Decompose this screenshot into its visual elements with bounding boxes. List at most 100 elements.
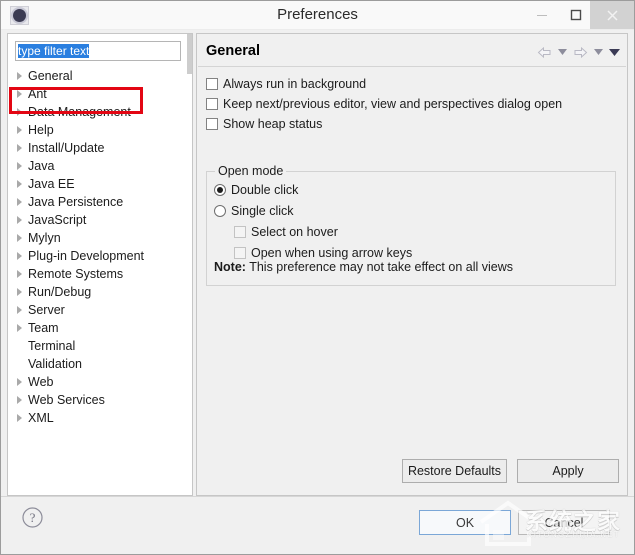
tree-item-team[interactable]: Team xyxy=(8,319,192,337)
cancel-button[interactable]: Cancel xyxy=(518,510,610,535)
page-nav-toolbar xyxy=(535,44,621,60)
expand-arrow-icon[interactable] xyxy=(17,72,22,80)
maximize-icon[interactable] xyxy=(558,1,594,29)
tree-item-label: Java Persistence xyxy=(28,195,124,209)
checkbox-box-icon[interactable] xyxy=(206,118,218,130)
view-menu-chevron-down-icon[interactable] xyxy=(607,44,621,60)
expand-arrow-icon[interactable] xyxy=(17,270,22,278)
radio-single-click[interactable]: Single click xyxy=(214,202,294,220)
tree-item-label: Terminal xyxy=(28,339,76,353)
tree-item-plug-in-development[interactable]: Plug-in Development xyxy=(8,247,192,265)
tree-item-help[interactable]: Help xyxy=(8,121,192,139)
expand-arrow-icon[interactable] xyxy=(17,252,22,260)
checkbox-select-on-hover: Select on hover xyxy=(234,223,338,241)
expand-arrow-icon[interactable] xyxy=(17,198,22,206)
filter-input[interactable]: type filter text xyxy=(15,41,181,61)
radio-label: Single click xyxy=(231,204,294,218)
close-icon[interactable] xyxy=(590,1,634,29)
tree-item-run-debug[interactable]: Run/Debug xyxy=(8,283,192,301)
forward-arrow-icon[interactable] xyxy=(571,44,589,60)
general-preference-page: General Always run in background Keep ne… xyxy=(196,33,628,496)
expand-arrow-icon[interactable] xyxy=(17,108,22,116)
checkbox-show-heap-status[interactable]: Show heap status xyxy=(206,115,322,133)
tree-item-label: Help xyxy=(28,123,54,137)
title-bar: Preferences xyxy=(1,1,634,30)
tree-item-label: Java xyxy=(28,159,55,173)
tree-item-label: JavaScript xyxy=(28,213,87,227)
tree-item-label: Java EE xyxy=(28,177,75,191)
chevron-down-icon[interactable] xyxy=(591,44,605,60)
tree-item-server[interactable]: Server xyxy=(8,301,192,319)
expand-arrow-icon[interactable] xyxy=(17,162,22,170)
tree-item-mylyn[interactable]: Mylyn xyxy=(8,229,192,247)
expand-arrow-icon[interactable] xyxy=(17,180,22,188)
expand-arrow-icon[interactable] xyxy=(17,414,22,422)
preference-tree[interactable]: General Ant Data Management Help Install… xyxy=(8,67,192,494)
radio-button-icon[interactable] xyxy=(214,184,226,196)
tree-item-label: General xyxy=(28,69,73,83)
checkbox-box-icon[interactable] xyxy=(206,78,218,90)
tree-item-label: Run/Debug xyxy=(28,285,92,299)
checkbox-label: Keep next/previous editor, view and pers… xyxy=(223,97,563,111)
checkbox-label: Always run in background xyxy=(223,77,367,91)
filter-input-value: type filter text xyxy=(18,44,90,58)
expand-arrow-icon[interactable] xyxy=(17,378,22,386)
apply-button[interactable]: Apply xyxy=(517,459,619,483)
tree-item-remote-systems[interactable]: Remote Systems xyxy=(8,265,192,283)
tree-item-data-management[interactable]: Data Management xyxy=(8,103,192,121)
tree-item-ant[interactable]: Ant xyxy=(8,85,192,103)
tree-item-java-ee[interactable]: Java EE xyxy=(8,175,192,193)
restore-defaults-button[interactable]: Restore Defaults xyxy=(402,459,507,483)
tree-scrollbar[interactable] xyxy=(187,34,192,495)
tree-item-terminal[interactable]: Terminal xyxy=(8,337,192,355)
tree-item-general[interactable]: General xyxy=(8,67,192,85)
tree-item-web-services[interactable]: Web Services xyxy=(8,391,192,409)
expand-arrow-icon[interactable] xyxy=(17,306,22,314)
expand-arrow-icon[interactable] xyxy=(17,126,22,134)
expand-arrow-icon[interactable] xyxy=(17,324,22,332)
tree-item-label: Web xyxy=(28,375,54,389)
tree-item-install-update[interactable]: Install/Update xyxy=(8,139,192,157)
checkbox-always-run-in-background[interactable]: Always run in background xyxy=(206,75,366,93)
tree-item-label: Web Services xyxy=(28,393,105,407)
note-text: This preference may not take effect on a… xyxy=(249,260,513,274)
svg-text:?: ? xyxy=(30,510,36,525)
tree-item-java-persistence[interactable]: Java Persistence xyxy=(8,193,192,211)
checkbox-keep-editor-dialog-open[interactable]: Keep next/previous editor, view and pers… xyxy=(206,95,562,113)
expand-arrow-icon[interactable] xyxy=(17,90,22,98)
tree-item-label: XML xyxy=(28,411,54,425)
tree-item-xml[interactable]: XML xyxy=(8,409,192,427)
help-icon[interactable]: ? xyxy=(21,506,44,529)
minimize-icon[interactable] xyxy=(524,1,560,29)
radio-button-icon[interactable] xyxy=(214,205,226,217)
checkbox-box-icon xyxy=(234,247,246,259)
tree-item-validation[interactable]: Validation xyxy=(8,355,192,373)
tree-item-label: Team xyxy=(28,321,59,335)
tree-item-javascript[interactable]: JavaScript xyxy=(8,211,192,229)
tree-item-label: Install/Update xyxy=(28,141,105,155)
chevron-down-icon[interactable] xyxy=(555,44,569,60)
ok-button[interactable]: OK xyxy=(419,510,511,535)
dialog-body: type filter text General Ant Data Manage… xyxy=(1,30,634,496)
expand-arrow-icon[interactable] xyxy=(17,396,22,404)
expand-arrow-icon[interactable] xyxy=(17,216,22,224)
tree-item-label: Mylyn xyxy=(28,231,61,245)
tree-item-web[interactable]: Web xyxy=(8,373,192,391)
tree-item-label: Ant xyxy=(28,87,47,101)
radio-label: Double click xyxy=(231,183,299,197)
expand-arrow-icon[interactable] xyxy=(17,288,22,296)
tree-item-java[interactable]: Java xyxy=(8,157,192,175)
checkbox-box-icon[interactable] xyxy=(206,98,218,110)
page-title: General xyxy=(206,43,260,59)
tree-scrollbar-thumb[interactable] xyxy=(187,34,192,74)
expand-arrow-icon[interactable] xyxy=(17,234,22,242)
note-prefix: Note: xyxy=(214,260,246,274)
dialog-footer: ? OK Cancel xyxy=(1,496,634,554)
preference-tree-panel: type filter text General Ant Data Manage… xyxy=(7,33,193,496)
back-arrow-icon[interactable] xyxy=(535,44,553,60)
checkbox-label: Open when using arrow keys xyxy=(251,246,413,260)
tree-item-label: Validation xyxy=(28,357,82,371)
expand-arrow-icon[interactable] xyxy=(17,144,22,152)
radio-double-click[interactable]: Double click xyxy=(214,181,298,199)
open-mode-note: Note: This preference may not take effec… xyxy=(214,260,513,274)
